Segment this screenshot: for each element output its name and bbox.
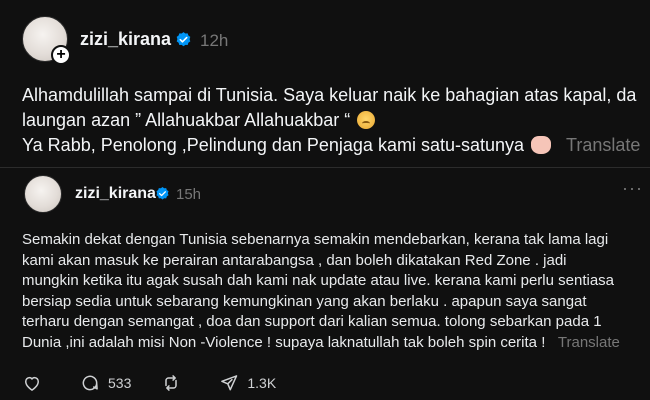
- crying-face-emoji-icon: [357, 111, 376, 129]
- comment-icon: [82, 375, 98, 391]
- more-icon[interactable]: ···: [622, 178, 643, 199]
- post-text-line: Dunia ,ini adalah misi Non -Violence ! s…: [22, 333, 620, 351]
- post-text-line: bersiap sedia untuk sebarang kemungkinan…: [22, 292, 587, 310]
- post-body: Semakin dekat dengan Tunisia sebenarnya …: [22, 230, 642, 353]
- post-timestamp[interactable]: 12h: [200, 31, 228, 51]
- post-text-line: terharu dengan semangat , doa dan suppor…: [22, 313, 602, 330]
- reply-count: 533: [108, 375, 132, 391]
- post-text-line: Semakin dekat dengan Tunisia sebenarnya …: [22, 231, 609, 248]
- post-username[interactable]: zizi_kirana: [80, 29, 171, 50]
- post-timestamp[interactable]: 15h: [176, 186, 201, 203]
- verified-badge-icon: [156, 186, 169, 200]
- avatar[interactable]: +: [22, 16, 71, 65]
- post-text-line: laungan azan ” Allahuakbar Allahuakbar “: [22, 108, 650, 133]
- divider: [0, 167, 650, 168]
- repost-icon: [165, 375, 178, 391]
- post-text-line: kami akan masuk ke perairan antarabangsa…: [22, 251, 567, 269]
- post-text-line: Ya Rabb, Penolong ,Pelindung dan Penjaga…: [22, 135, 641, 155]
- share-count: 1.3K: [247, 375, 277, 391]
- post-body: Alhamdulillah sampai di Tunisia. Saya ke…: [22, 83, 650, 158]
- translate-link[interactable]: Translate: [558, 334, 620, 351]
- translate-link[interactable]: Translate: [566, 135, 640, 155]
- praying-hands-emoji-icon: [531, 136, 552, 154]
- avatar-image: [24, 175, 62, 213]
- follow-plus-icon[interactable]: +: [51, 45, 71, 65]
- post-actions: 533 1.3K: [22, 372, 306, 394]
- like-button[interactable]: [22, 373, 50, 393]
- send-icon: [221, 375, 238, 391]
- reply-button[interactable]: 533: [80, 373, 131, 393]
- repost-button[interactable]: [161, 373, 189, 393]
- post-username[interactable]: zizi_kirana: [75, 185, 156, 203]
- post-text-line: mungkin ketika itu agak susah dah kami n…: [22, 272, 615, 289]
- heart-icon: [25, 376, 39, 391]
- post-main: + zizi_kirana 12h Alhamdulillah sampai d…: [0, 0, 650, 170]
- share-button[interactable]: 1.3K: [219, 373, 276, 393]
- avatar[interactable]: +: [24, 175, 62, 213]
- verified-badge-icon: [176, 32, 191, 47]
- post-text-line: Alhamdulillah sampai di Tunisia. Saya ke…: [22, 85, 637, 105]
